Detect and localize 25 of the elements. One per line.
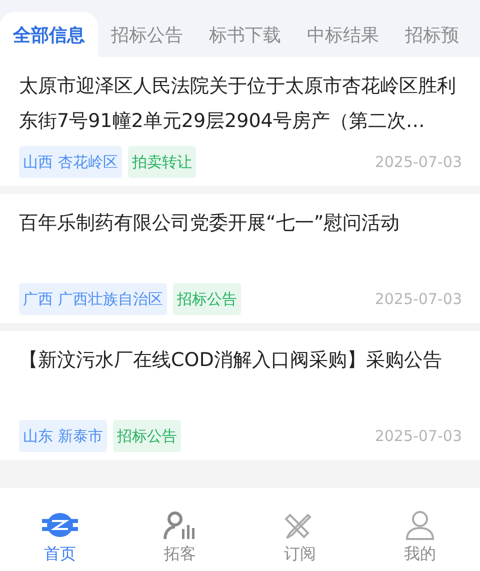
- notice-card[interactable]: 太原市迎泽区人民法院关于位于太原市杏花岭区胜利东街7号91幢2单元29层2904号房产（第二次… 山西 杏花岭区 拍卖转让 2025-07-03: [0, 57, 480, 186]
- notice-date: 2025-07-03: [374, 152, 462, 170]
- category-tag: 招标公告: [112, 420, 181, 452]
- nav-item[interactable]: 我的: [404, 544, 436, 565]
- region-tag: 广西 广西壮族自治区: [19, 282, 167, 314]
- nav-item[interactable]: 拓客: [164, 544, 196, 565]
- notice-title: 百年乐制药有限公司党委开展“七一”慰问活动: [19, 211, 401, 236]
- region-tag: 山东 新泰市: [19, 420, 107, 452]
- notice-title: 【新汶污水厂在线COD消解入口阀采购】采购公告: [19, 348, 443, 373]
- logo-icon: [41, 510, 79, 540]
- notice-date: 2025-07-03: [374, 426, 462, 444]
- nav-item[interactable]: 首页: [44, 544, 76, 565]
- region-tag: 山西 杏花岭区: [19, 146, 122, 178]
- nav-item[interactable]: 订阅: [284, 544, 316, 565]
- notice-date: 2025-07-03: [374, 290, 462, 308]
- category-tag: 招标公告: [172, 282, 241, 314]
- notice-title: 太原市迎泽区人民法院关于位于太原市杏花岭区胜利东街7号91幢2单元29层2904号房产（第二次…: [19, 74, 457, 134]
- tab[interactable]: 中标结果: [294, 12, 392, 57]
- tab[interactable]: 全部信息: [0, 12, 98, 57]
- tab[interactable]: 招标预: [392, 12, 472, 57]
- notice-card[interactable]: 【新汶污水厂在线COD消解入口阀采购】采购公告 山东 新泰市 招标公告 2025-07-03: [0, 331, 480, 460]
- tab[interactable]: 招标公告: [98, 12, 196, 57]
- notice-card[interactable]: 百年乐制药有限公司党委开展“七一”慰问活动 广西 广西壮族自治区 招标公告 2025-07-03: [0, 194, 480, 323]
- tab[interactable]: 标书下载: [196, 12, 294, 57]
- category-tag: 拍卖转让: [128, 146, 196, 178]
